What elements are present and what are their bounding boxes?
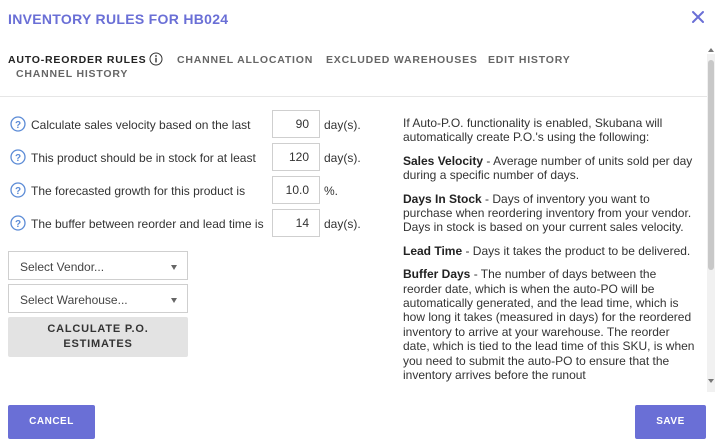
rule-label: The forecasted growth for this product i… xyxy=(31,184,246,198)
tab-edit-history[interactable]: EDIT HISTORY xyxy=(488,54,571,66)
vendor-select-label: Select Vendor... xyxy=(20,260,105,274)
close-icon[interactable] xyxy=(689,8,707,26)
rule-unit: day(s). xyxy=(324,217,361,231)
svg-text:?: ? xyxy=(15,153,21,164)
vendor-select[interactable]: Select Vendor... xyxy=(8,251,188,280)
help-intro: If Auto-P.O. functionality is enabled, S… xyxy=(403,116,663,145)
days-in-stock-input[interactable] xyxy=(272,143,320,171)
help-icon[interactable]: ? xyxy=(10,215,26,231)
help-term: Lead Time xyxy=(403,243,463,258)
scroll-down-icon[interactable] xyxy=(708,379,714,383)
rule-unit: day(s). xyxy=(324,151,361,165)
calculate-button-line1: CALCULATE P.O. xyxy=(47,323,149,335)
help-desc: - The number of days between the reorder… xyxy=(403,267,695,383)
dialog-title: INVENTORY RULES FOR HB024 xyxy=(8,11,229,27)
save-button-label: SAVE xyxy=(656,416,685,427)
tab-excluded-warehouses[interactable]: EXCLUDED WAREHOUSES xyxy=(326,54,478,66)
scroll-up-icon[interactable] xyxy=(708,48,714,52)
tab-divider xyxy=(0,96,708,97)
help-item-buffer-days: Buffer Days - The number of days between… xyxy=(403,267,698,382)
cancel-button[interactable]: CANCEL xyxy=(8,405,95,439)
scrollbar[interactable] xyxy=(707,54,715,392)
help-item-sales-velocity: Sales Velocity - Average number of units… xyxy=(403,154,698,183)
calculate-po-estimates-button[interactable]: CALCULATE P.O. ESTIMATES xyxy=(8,317,188,357)
warehouse-select[interactable]: Select Warehouse... xyxy=(8,284,188,313)
svg-text:?: ? xyxy=(15,186,21,197)
tab-channel-allocation[interactable]: CHANNEL ALLOCATION xyxy=(177,54,313,66)
svg-text:?: ? xyxy=(15,120,21,131)
caret-down-icon xyxy=(171,265,177,270)
help-item-days-in-stock: Days In Stock - Days of inventory you wa… xyxy=(403,192,698,235)
rule-unit: %. xyxy=(324,184,339,198)
rule-row-days-in-stock: ? This product should be in stock for at… xyxy=(10,143,380,171)
help-panel: If Auto-P.O. functionality is enabled, S… xyxy=(403,116,698,390)
help-desc: - Days it takes the product to be delive… xyxy=(462,243,691,258)
rule-label: Calculate sales velocity based on the la… xyxy=(31,118,251,132)
rule-label: This product should be in stock for at l… xyxy=(31,151,256,165)
rule-unit: day(s). xyxy=(324,118,361,132)
svg-text:?: ? xyxy=(15,219,21,230)
save-button[interactable]: SAVE xyxy=(635,405,706,439)
rule-row-forecasted-growth: ? The forecasted growth for this product… xyxy=(10,176,380,204)
help-term: Sales Velocity xyxy=(403,153,484,168)
rule-label: The buffer between reorder and lead time… xyxy=(31,217,264,231)
tab-bar: AUTO-REORDER RULES CHANNEL ALLOCATION EX… xyxy=(8,52,698,84)
warehouse-select-label: Select Warehouse... xyxy=(20,293,128,307)
rule-row-sales-velocity: ? Calculate sales velocity based on the … xyxy=(10,110,380,138)
sales-velocity-days-input[interactable] xyxy=(272,110,320,138)
help-term: Buffer Days xyxy=(403,267,471,282)
tab-auto-reorder-rules[interactable]: AUTO-REORDER RULES xyxy=(8,54,146,66)
help-term: Days In Stock xyxy=(403,191,482,206)
help-icon[interactable]: ? xyxy=(10,116,26,132)
buffer-days-input[interactable] xyxy=(272,209,320,237)
tab-channel-history[interactable]: CHANNEL HISTORY xyxy=(16,68,128,80)
forecasted-growth-input[interactable] xyxy=(272,176,320,204)
help-icon[interactable]: ? xyxy=(10,149,26,165)
caret-down-icon xyxy=(171,298,177,303)
cancel-button-label: CANCEL xyxy=(29,416,74,427)
help-icon[interactable]: ? xyxy=(10,182,26,198)
info-icon[interactable] xyxy=(149,52,163,66)
rule-row-buffer-days: ? The buffer between reorder and lead ti… xyxy=(10,209,380,237)
help-item-lead-time: Lead Time - Days it takes the product to… xyxy=(403,244,698,258)
dialog-header: INVENTORY RULES FOR HB024 xyxy=(0,0,715,40)
calculate-button-line2: ESTIMATES xyxy=(63,338,133,350)
scrollbar-thumb[interactable] xyxy=(708,60,714,270)
calculate-button-label: CALCULATE P.O. ESTIMATES xyxy=(8,322,188,352)
